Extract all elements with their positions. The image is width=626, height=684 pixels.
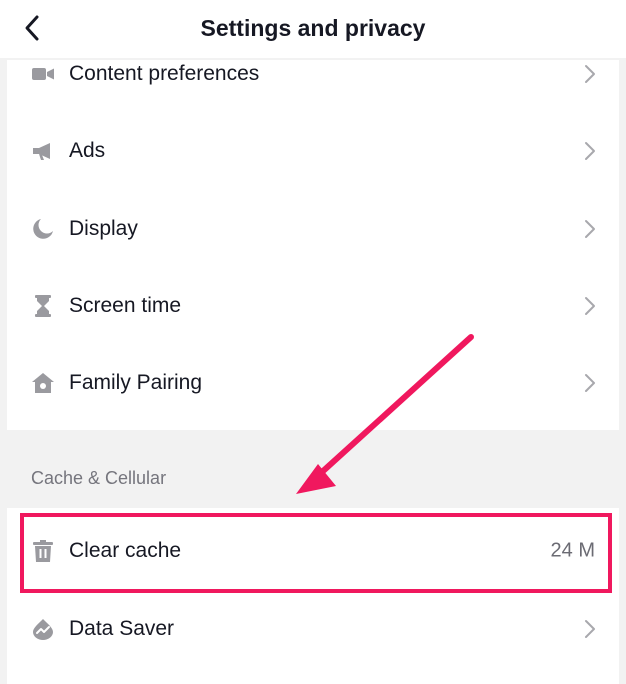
chevron-right-icon: [585, 620, 595, 638]
hourglass-icon: [31, 294, 55, 318]
chevron-right-icon: [585, 142, 595, 160]
trash-icon: [31, 539, 55, 563]
moon-icon: [31, 217, 55, 241]
settings-item-label: Display: [69, 217, 138, 240]
megaphone-icon: [31, 139, 55, 163]
settings-item-family-pairing[interactable]: Family Pairing: [7, 350, 619, 416]
section-title-cache-cellular: Cache & Cellular: [31, 468, 167, 488]
cache-size-value: 24 M: [550, 539, 595, 562]
settings-item-label: Content preferences: [69, 62, 260, 85]
chevron-right-icon: [585, 65, 595, 83]
data-saver-icon: [31, 617, 55, 641]
chevron-right-icon: [585, 297, 595, 315]
settings-card: Content preferences Ads Display Screen t…: [7, 60, 619, 430]
settings-item-label: Clear cache: [69, 539, 182, 562]
chevron-right-icon: [585, 374, 595, 392]
settings-item-label: Data Saver: [69, 617, 175, 640]
cache-cellular-card: Clear cache 24 M Data Saver: [7, 508, 619, 684]
video-camera-icon: [31, 62, 55, 86]
settings-item-clear-cache[interactable]: Clear cache 24 M: [7, 518, 619, 584]
settings-item-content-preferences[interactable]: Content preferences: [7, 41, 619, 107]
settings-item-screen-time[interactable]: Screen time: [7, 273, 619, 339]
settings-item-ads[interactable]: Ads: [7, 118, 619, 184]
home-icon: [31, 371, 55, 395]
settings-item-display[interactable]: Display: [7, 196, 619, 262]
settings-item-label: Screen time: [69, 294, 182, 317]
settings-item-label: Ads: [69, 139, 106, 162]
settings-item-data-saver[interactable]: Data Saver: [7, 596, 619, 662]
settings-item-label: Family Pairing: [69, 371, 203, 394]
chevron-right-icon: [585, 220, 595, 238]
